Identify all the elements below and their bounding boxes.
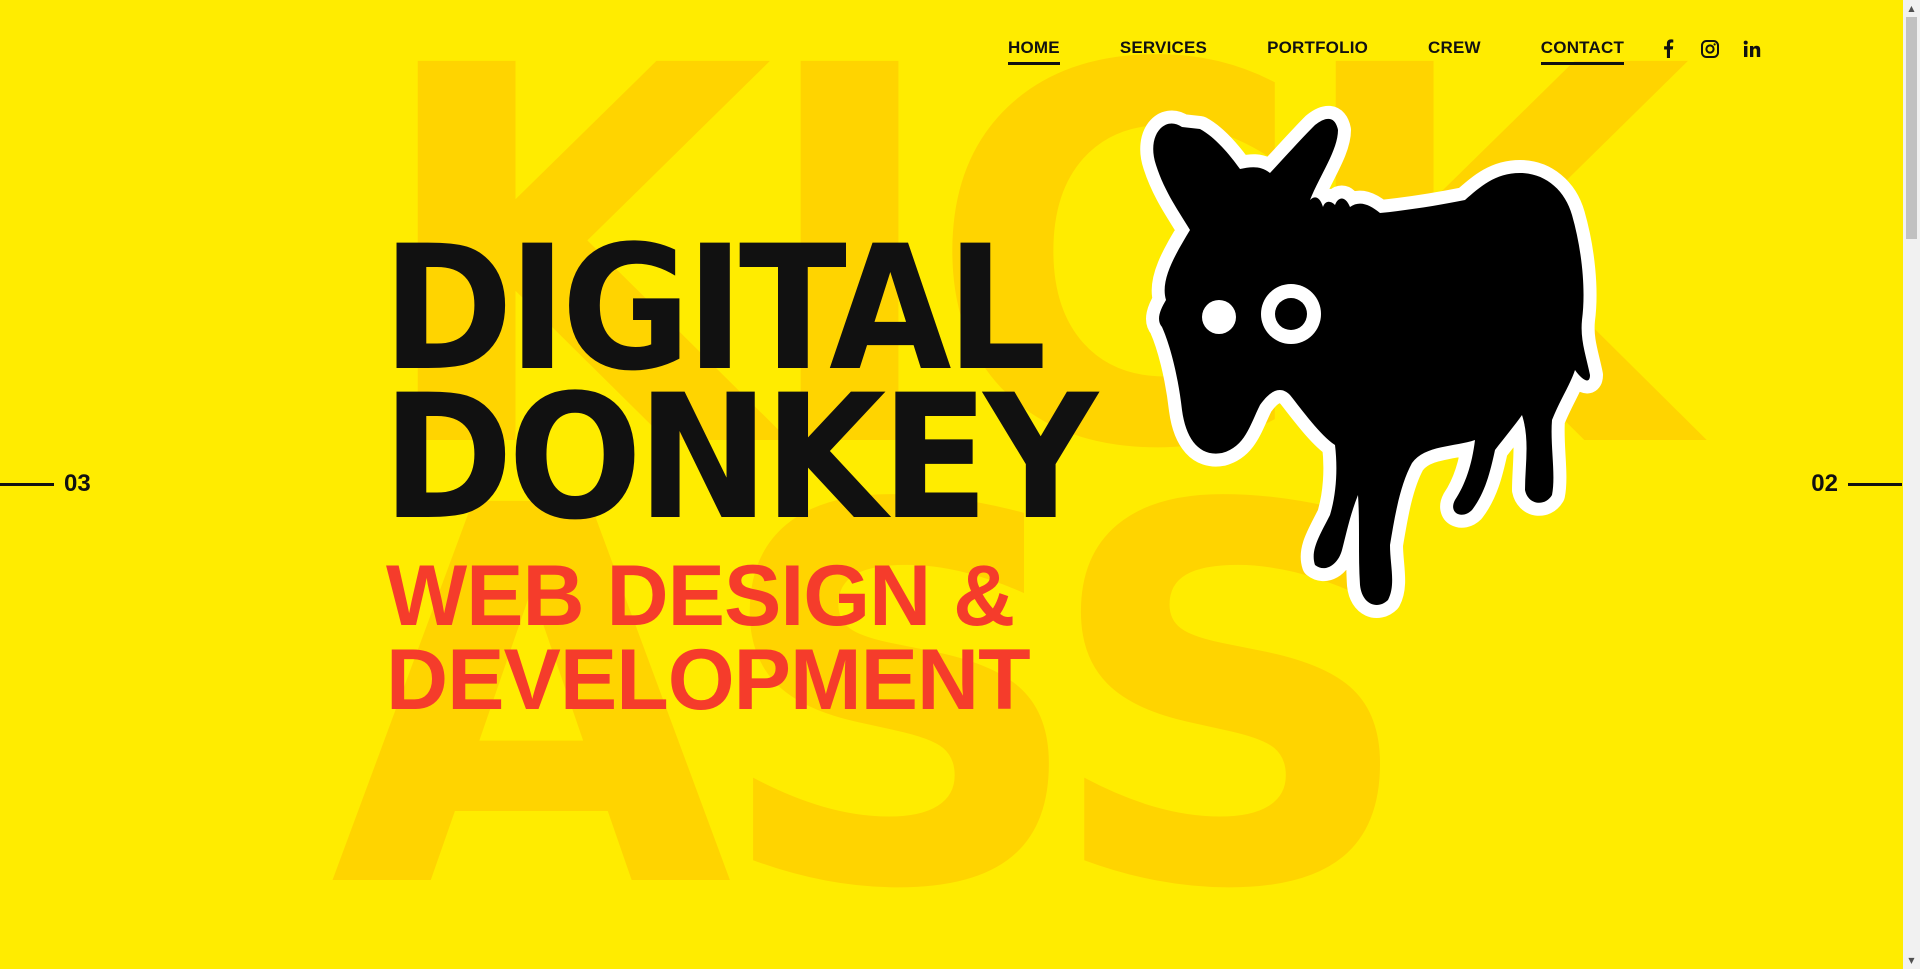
hero-subtitle: WEB DESIGN & DEVELOPMENT (386, 548, 1154, 729)
social-links (1658, 39, 1762, 59)
scroll-down-arrow-icon[interactable]: ▼ (1903, 952, 1920, 969)
hero-page: KICK ASS HOME SERVICES PORTFOLIO CREW CO… (0, 0, 1920, 969)
nav-crew[interactable]: CREW (1428, 38, 1481, 65)
nav-services[interactable]: SERVICES (1120, 38, 1207, 65)
instagram-icon[interactable] (1700, 39, 1720, 59)
scrollbar-thumb[interactable] (1906, 17, 1917, 239)
hero-headline: DIGITAL DONKEY WEB DESIGN & DEVELOPMENT (382, 222, 1154, 729)
nav-contact[interactable]: CONTACT (1540, 38, 1625, 65)
main-nav: HOME SERVICES PORTFOLIO CREW CONTACT (1008, 38, 1762, 65)
prev-slide-indicator[interactable]: 03 (0, 470, 91, 498)
hero-title-line2: DONKEY (382, 357, 1098, 559)
linkedin-icon[interactable] (1742, 39, 1762, 59)
vertical-scrollbar[interactable]: ▲ ▼ (1903, 0, 1920, 969)
nav-portfolio[interactable]: PORTFOLIO (1267, 38, 1368, 65)
next-slide-indicator[interactable]: 02 (1811, 470, 1902, 498)
prev-slide-line (0, 482, 54, 486)
scroll-up-arrow-icon[interactable]: ▲ (1903, 0, 1920, 17)
hero-subtitle-line1: WEB DESIGN & (386, 548, 1015, 645)
prev-slide-number: 03 (64, 470, 91, 497)
facebook-icon[interactable] (1658, 39, 1678, 59)
hero-subtitle-line2: DEVELOPMENT (386, 632, 1031, 729)
next-slide-line (1848, 482, 1902, 486)
nav-home[interactable]: HOME (1008, 38, 1060, 65)
donkey-mascot-icon (1140, 105, 1603, 618)
next-slide-number: 02 (1811, 470, 1838, 497)
